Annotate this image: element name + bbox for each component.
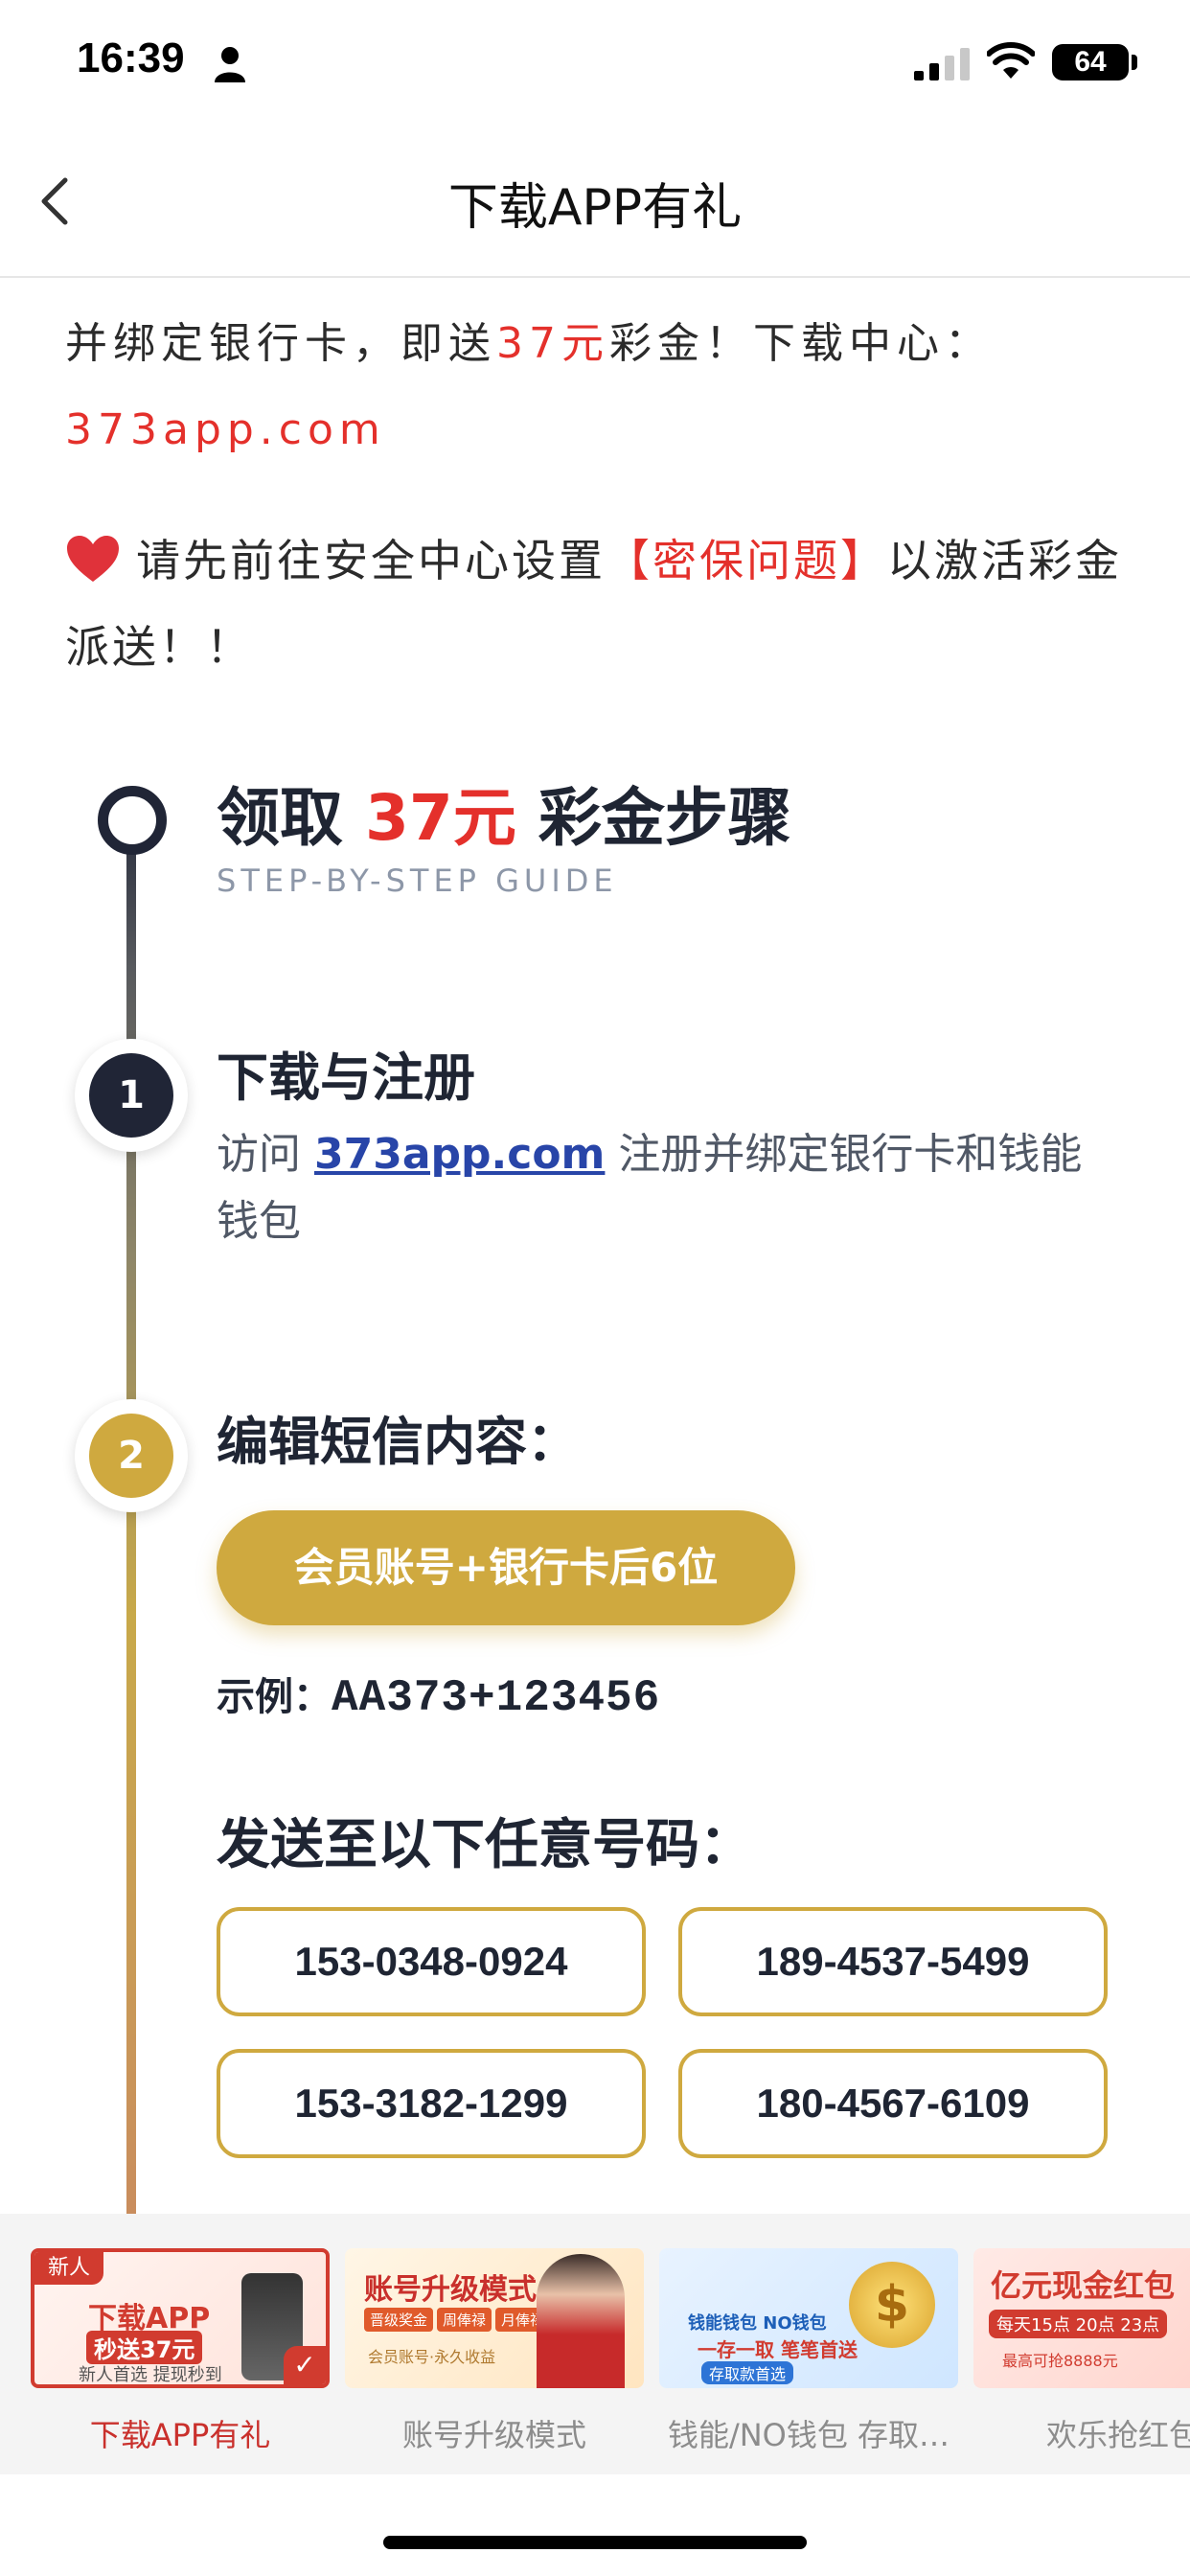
notice-highlight[interactable]: 【密保问题】 bbox=[606, 535, 887, 586]
notice-prefix: 请先前往安全中心设置 bbox=[136, 535, 606, 586]
tab-account-upgrade-thumbnail[interactable]: 账号升级模式 晋级奖金 周俸禄 月俸禄 会员账号·永久收益 bbox=[345, 2248, 644, 2388]
wifi-icon bbox=[987, 42, 1035, 79]
model-illustration bbox=[537, 2254, 625, 2388]
thumb1-line2: 秒送37元 bbox=[86, 2331, 203, 2364]
intro-amount: 37元 bbox=[496, 319, 609, 368]
thumb4-line2: 每天15点 20点 23点 bbox=[989, 2310, 1168, 2338]
thumb2-line3: 会员账号·永久收益 bbox=[368, 2348, 496, 2366]
example-label: 示例： bbox=[217, 1675, 332, 1719]
step-2-title: 编辑短信内容： bbox=[217, 1412, 579, 1472]
phone-number-3[interactable]: 153-3182-1299 bbox=[217, 2049, 646, 2158]
tab-download-app-label: 下载APP有礼 bbox=[89, 2417, 271, 2453]
timeline-start-circle bbox=[98, 786, 167, 855]
guide-title-amount: 37元 bbox=[364, 781, 516, 855]
coin-icon: $ bbox=[849, 2262, 935, 2348]
tab-wallet-deposit[interactable]: 钱能钱包 NO钱包 一存一取 笔笔首送 存取款首选 $ 钱能/NO钱包 存取… bbox=[659, 2248, 958, 2455]
tab-wallet-deposit-label: 钱能/NO钱包 存取… bbox=[667, 2417, 950, 2453]
step-1-link[interactable]: 373app.com bbox=[314, 1130, 605, 1179]
phone-number-2[interactable]: 189-4537-5499 bbox=[678, 1907, 1108, 2016]
battery-icon: 64 bbox=[1052, 44, 1129, 80]
home-indicator[interactable] bbox=[383, 2536, 807, 2549]
guide-title-prefix: 领取 bbox=[217, 781, 343, 855]
tab-red-envelope-thumbnail[interactable]: 亿元现金红包 每天15点 20点 23点 最高可抢8888元 bbox=[973, 2248, 1190, 2388]
guide-title-suffix: 彩金步骤 bbox=[538, 781, 791, 855]
signal-icon bbox=[914, 48, 970, 80]
sms-format-pill: 会员账号+银行卡后6位 bbox=[217, 1510, 795, 1625]
status-bar: 16:39 64 bbox=[0, 0, 1190, 125]
thumb3-line3: 存取款首选 bbox=[701, 2361, 794, 2384]
intro-download-link[interactable]: 373app.com bbox=[65, 387, 1129, 473]
thumb2-chip: 晋级奖金 bbox=[364, 2308, 434, 2332]
nav-bar: 下载APP有礼 bbox=[0, 125, 1190, 278]
intro-line2-suffix: 彩金！下载中心： bbox=[609, 319, 993, 368]
tab-download-app-thumbnail[interactable]: 新人 下载APP 秒送37元 新人首选 提现秒到 ✓ bbox=[31, 2248, 330, 2388]
intro-line2: 并绑定银行卡，即送37元彩金！下载中心： bbox=[65, 301, 1129, 387]
intro-text: 即日起，下载【澳门新葡京】官方APP，完成注册 并绑定银行卡，即送37元彩金！下… bbox=[65, 278, 1129, 473]
thumb4-line3: 最高可抢8888元 bbox=[1002, 2352, 1118, 2370]
thumb2-chips: 晋级奖金 周俸禄 月俸禄 bbox=[364, 2308, 554, 2332]
tab-download-app[interactable]: 新人 下载APP 秒送37元 新人首选 提现秒到 ✓ 下载APP有礼 bbox=[31, 2248, 330, 2455]
check-icon: ✓ bbox=[284, 2346, 326, 2384]
new-user-tag: 新人 bbox=[34, 2252, 104, 2285]
send-to-title: 发送至以下任意号码： bbox=[217, 1814, 753, 1876]
intro-line1: 即日起，下载【澳门新葡京】官方APP，完成注册 bbox=[65, 278, 1129, 301]
notice-text: 请先前往安全中心设置【密保问题】以激活彩金派送！！ bbox=[65, 518, 1138, 690]
step-1-desc-prefix: 访问 bbox=[217, 1130, 301, 1179]
phone-number-4[interactable]: 180-4567-6109 bbox=[678, 2049, 1108, 2158]
tab-red-envelope[interactable]: 亿元现金红包 每天15点 20点 23点 最高可抢8888元 欢乐抢红包 bbox=[973, 2248, 1190, 2455]
battery-cap bbox=[1132, 55, 1137, 70]
step-2-number: 2 bbox=[89, 1414, 173, 1498]
status-time: 16:39 bbox=[77, 34, 185, 81]
intro-line2-prefix: 并绑定银行卡，即送 bbox=[65, 319, 496, 368]
example-value: AA373+123456 bbox=[332, 1673, 661, 1723]
thumb2-chip: 周俸禄 bbox=[437, 2308, 492, 2332]
step-2-badge: 2 bbox=[75, 1399, 188, 1512]
tab-account-upgrade[interactable]: 账号升级模式 晋级奖金 周俸禄 月俸禄 会员账号·永久收益 账号升级模式 bbox=[345, 2248, 644, 2455]
tab-red-envelope-label: 欢乐抢红包 bbox=[1045, 2417, 1190, 2453]
thumb2-line1: 账号升级模式 bbox=[364, 2273, 537, 2307]
thumb4-line1: 亿元现金红包 bbox=[991, 2267, 1176, 2304]
heart-icon bbox=[67, 536, 119, 582]
thumb3-line1: 钱能钱包 NO钱包 bbox=[688, 2313, 827, 2334]
scroll-content[interactable]: 即日起，下载【澳门新葡京】官方APP，完成注册 并绑定银行卡，即送37元彩金！下… bbox=[0, 278, 1190, 2214]
phone-number-1[interactable]: 153-0348-0924 bbox=[217, 1907, 646, 2016]
guide-subtitle: STEP-BY-STEP GUIDE bbox=[217, 862, 618, 899]
timeline-line bbox=[126, 824, 136, 2214]
tab-account-upgrade-label: 账号升级模式 bbox=[401, 2417, 586, 2453]
person-icon bbox=[215, 47, 245, 82]
step-1-badge: 1 bbox=[75, 1039, 188, 1152]
sms-example: 示例：AA373+123456 bbox=[217, 1666, 660, 1723]
battery-level: 64 bbox=[1074, 46, 1107, 78]
step-1-number: 1 bbox=[89, 1053, 173, 1138]
thumb1-line3: 新人首选 提现秒到 bbox=[79, 2365, 222, 2385]
step-1-description: 访问 373app.com 注册并绑定银行卡和钱能钱包 bbox=[217, 1121, 1117, 1255]
tab-wallet-deposit-thumbnail[interactable]: 钱能钱包 NO钱包 一存一取 笔笔首送 存取款首选 $ bbox=[659, 2248, 958, 2388]
thumb3-line2: 一存一取 笔笔首送 bbox=[698, 2338, 858, 2361]
guide-title: 领取 37元 彩金步骤 bbox=[217, 767, 791, 859]
step-1-title: 下载与注册 bbox=[217, 1047, 475, 1108]
promo-tab-strip[interactable]: 新人 下载APP 秒送37元 新人首选 提现秒到 ✓ 下载APP有礼 账号升级模… bbox=[0, 2214, 1190, 2474]
page-title: 下载APP有礼 bbox=[447, 179, 743, 237]
